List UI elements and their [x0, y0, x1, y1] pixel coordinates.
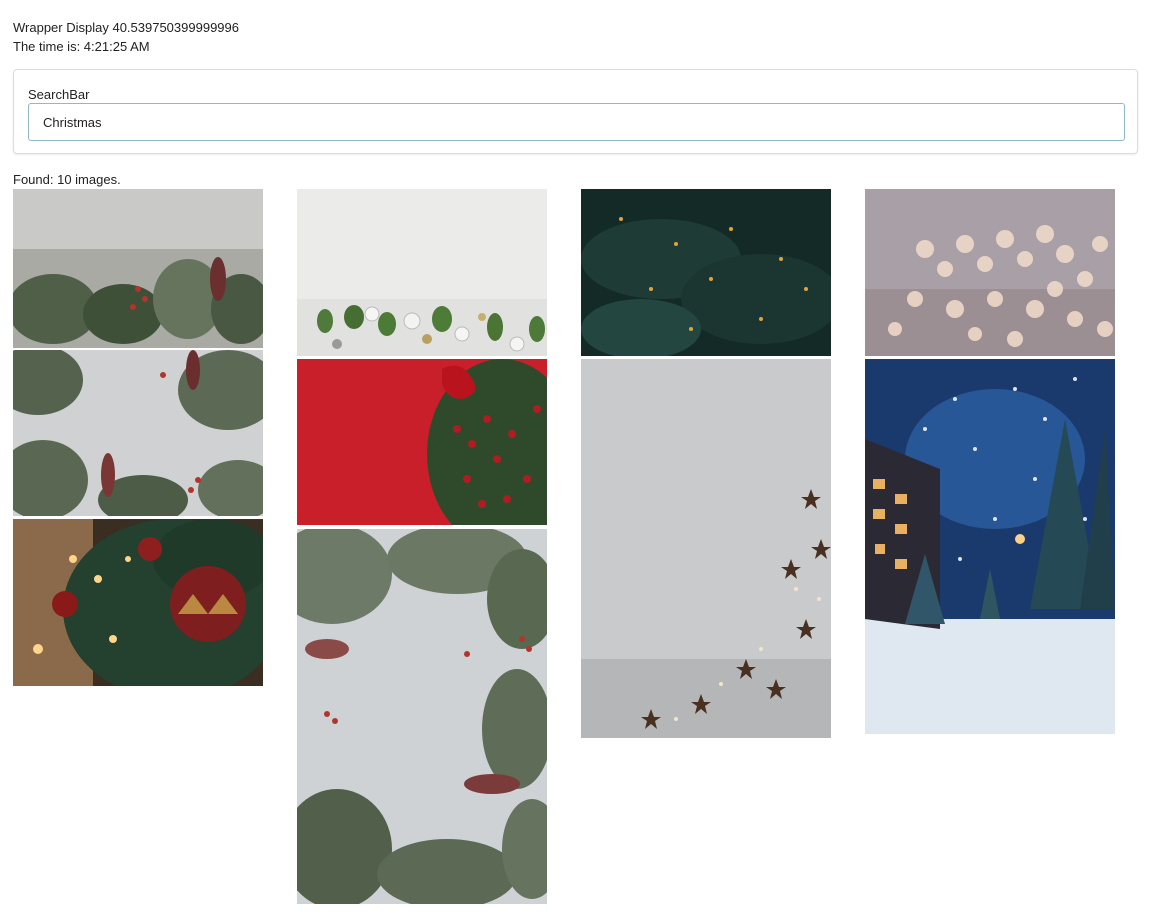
- image-4[interactable]: [297, 189, 547, 356]
- image-8[interactable]: [581, 359, 831, 738]
- image-2[interactable]: [13, 350, 263, 516]
- image-3[interactable]: [13, 519, 263, 686]
- time-text: The time is: 4:21:25 AM: [13, 39, 150, 54]
- search-label: SearchBar: [28, 87, 90, 102]
- results-count: Found: 10 images.: [13, 172, 121, 187]
- image-5[interactable]: [297, 359, 547, 525]
- wrapper-display-text: Wrapper Display 40.539750399999996: [13, 20, 239, 35]
- search-input[interactable]: [28, 103, 1125, 141]
- image-10[interactable]: [865, 359, 1115, 734]
- image-1[interactable]: [13, 189, 263, 348]
- search-card: SearchBar: [13, 69, 1138, 154]
- image-7[interactable]: [581, 189, 831, 356]
- header: Wrapper Display 40.539750399999996 The t…: [13, 18, 239, 56]
- image-6[interactable]: [297, 529, 547, 904]
- image-9[interactable]: [865, 189, 1115, 356]
